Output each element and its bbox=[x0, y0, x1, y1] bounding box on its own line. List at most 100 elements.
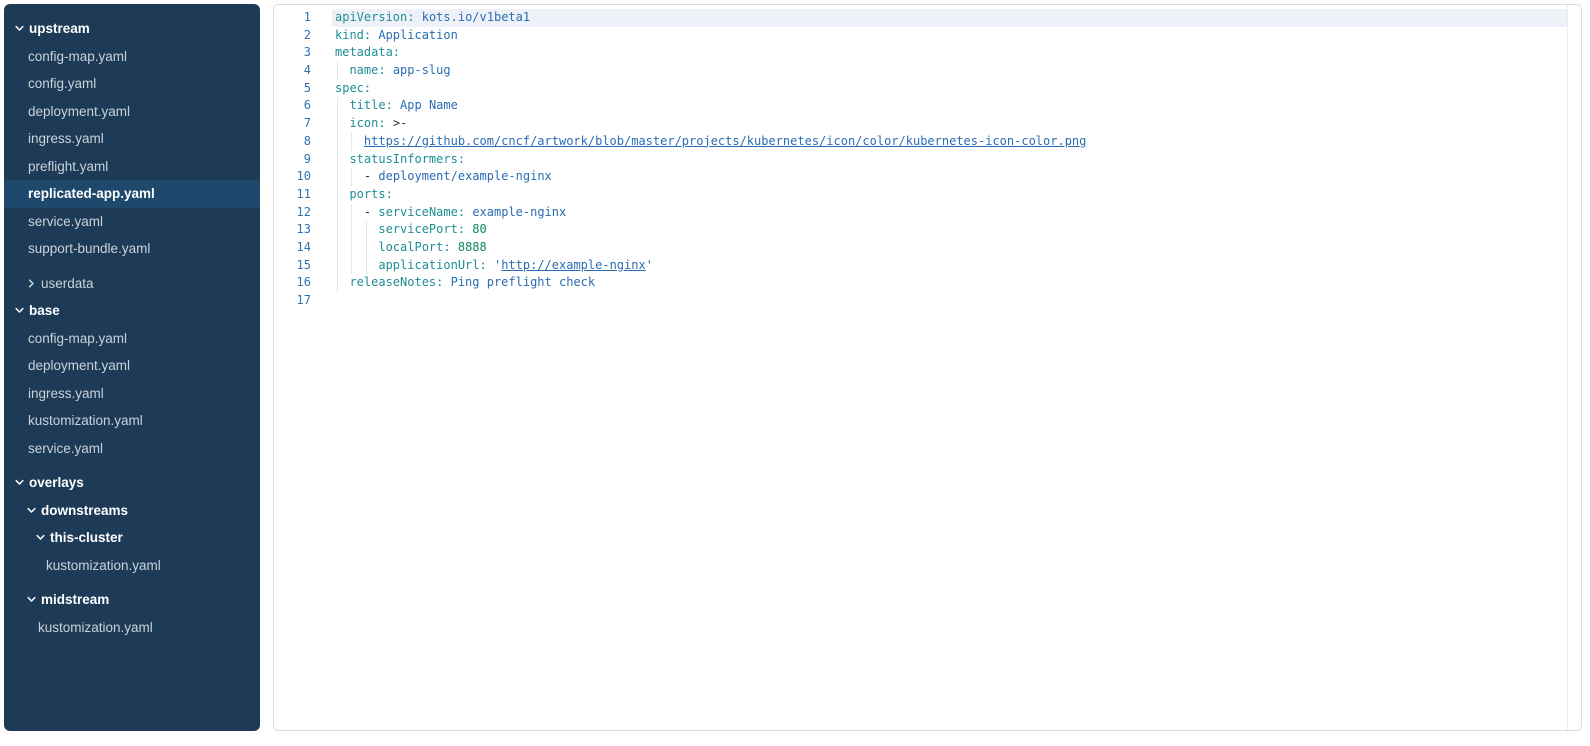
token-v: example-nginx bbox=[472, 205, 566, 219]
indent-guide bbox=[351, 204, 352, 222]
sidebar-item-config-yaml[interactable]: config.yaml bbox=[4, 70, 260, 98]
code-line[interactable]: 12 - serviceName: example-nginx bbox=[274, 204, 1581, 222]
indent-guide bbox=[366, 239, 367, 257]
indent-guide bbox=[351, 257, 352, 275]
code-line[interactable]: 2kind: Application bbox=[274, 27, 1581, 45]
sidebar-item-ingress-yaml[interactable]: ingress.yaml bbox=[4, 380, 260, 408]
code-line[interactable]: 10 - deployment/example-nginx bbox=[274, 168, 1581, 186]
token-k: spec: bbox=[335, 81, 371, 95]
token-k: localPort: bbox=[378, 240, 450, 254]
sidebar-item-downstreams[interactable]: downstreams bbox=[4, 497, 260, 525]
sidebar-item-kustomization-yaml[interactable]: kustomization.yaml bbox=[4, 552, 260, 580]
line-number: 4 bbox=[274, 62, 311, 80]
sidebar-item-replicated-app-yaml[interactable]: replicated-app.yaml bbox=[4, 180, 260, 208]
tree-folder-label: overlays bbox=[29, 475, 84, 490]
tree-file-label: support-bundle.yaml bbox=[28, 241, 150, 256]
code-line[interactable]: 15 applicationUrl: 'http://example-nginx… bbox=[274, 257, 1581, 275]
tree-file-label: preflight.yaml bbox=[28, 159, 108, 174]
code-line[interactable]: 8 https://github.com/cncf/artwork/blob/m… bbox=[274, 133, 1581, 151]
yaml-editor[interactable]: 1apiVersion: kots.io/v1beta12kind: Appli… bbox=[273, 4, 1582, 731]
indent-guide bbox=[351, 239, 352, 257]
code-line[interactable]: 3metadata: bbox=[274, 44, 1581, 62]
code-line-content: metadata: bbox=[311, 44, 1581, 62]
sidebar-item-config-map-yaml[interactable]: config-map.yaml bbox=[4, 43, 260, 71]
sidebar-item-midstream[interactable]: midstream bbox=[4, 586, 260, 614]
line-number: 8 bbox=[274, 133, 311, 151]
token-k: ports: bbox=[349, 187, 392, 201]
line-number: 17 bbox=[274, 292, 311, 310]
code-line[interactable]: 9 statusInformers: bbox=[274, 151, 1581, 169]
code-line-content: kind: Application bbox=[311, 27, 1581, 45]
tree-folder-label: userdata bbox=[41, 276, 94, 291]
indent-guide bbox=[337, 239, 338, 257]
sidebar-item-deployment-yaml[interactable]: deployment.yaml bbox=[4, 98, 260, 126]
token-k: statusInformers: bbox=[349, 152, 465, 166]
sidebar-item-this-cluster[interactable]: this-cluster bbox=[4, 524, 260, 552]
sidebar-item-ingress-yaml[interactable]: ingress.yaml bbox=[4, 125, 260, 153]
indent-guide bbox=[366, 221, 367, 239]
code-line-content: releaseNotes: Ping preflight check bbox=[311, 274, 1581, 292]
sidebar-item-upstream[interactable]: upstream bbox=[4, 15, 260, 43]
token-k: title: bbox=[349, 98, 392, 112]
chevron-down-icon bbox=[26, 594, 37, 605]
tree-file-label: replicated-app.yaml bbox=[28, 186, 155, 201]
token-s bbox=[451, 240, 458, 254]
sidebar-item-kustomization-yaml[interactable]: kustomization.yaml bbox=[4, 407, 260, 435]
sidebar-item-service-yaml[interactable]: service.yaml bbox=[4, 208, 260, 236]
code-line[interactable]: 14 localPort: 8888 bbox=[274, 239, 1581, 257]
tree-folder-label: base bbox=[29, 303, 60, 318]
tree-folder-label: this-cluster bbox=[50, 530, 123, 545]
sidebar-item-service-yaml[interactable]: service.yaml bbox=[4, 435, 260, 463]
token-v: App Name bbox=[400, 98, 458, 112]
sidebar-item-userdata[interactable]: userdata bbox=[4, 270, 260, 298]
token-k: name: bbox=[349, 63, 385, 77]
indent-guide bbox=[337, 97, 338, 115]
sidebar-item-base[interactable]: base bbox=[4, 297, 260, 325]
chevron-down-icon bbox=[26, 505, 37, 516]
indent-guide bbox=[337, 274, 338, 292]
indent-guide bbox=[337, 204, 338, 222]
code-line-content: ports: bbox=[311, 186, 1581, 204]
code-line[interactable]: 5spec: bbox=[274, 80, 1581, 98]
code-line-content: https://github.com/cncf/artwork/blob/mas… bbox=[311, 133, 1581, 151]
token-v: app-slug bbox=[393, 63, 451, 77]
code-line[interactable]: 17 bbox=[274, 292, 1581, 310]
line-number: 6 bbox=[274, 97, 311, 115]
token-l[interactable]: http://example-nginx bbox=[501, 258, 646, 272]
token-v: Ping preflight check bbox=[451, 275, 596, 289]
line-number: 12 bbox=[274, 204, 311, 222]
sidebar-item-kustomization-yaml[interactable]: kustomization.yaml bbox=[4, 614, 260, 642]
chevron-down-icon bbox=[14, 477, 25, 488]
indent-guide bbox=[337, 115, 338, 133]
code-line[interactable]: 7 icon: >- bbox=[274, 115, 1581, 133]
code-line-content: - deployment/example-nginx bbox=[311, 168, 1581, 186]
code-line[interactable]: 4 name: app-slug bbox=[274, 62, 1581, 80]
line-number: 10 bbox=[274, 168, 311, 186]
token-k: releaseNotes: bbox=[349, 275, 443, 289]
token-s bbox=[386, 63, 393, 77]
sidebar-item-overlays[interactable]: overlays bbox=[4, 469, 260, 497]
sidebar-item-support-bundle-yaml[interactable]: support-bundle.yaml bbox=[4, 235, 260, 263]
token-k: apiVersion: bbox=[335, 10, 414, 24]
sidebar-item-preflight-yaml[interactable]: preflight.yaml bbox=[4, 153, 260, 181]
token-s bbox=[335, 134, 364, 148]
code-line[interactable]: 6 title: App Name bbox=[274, 97, 1581, 115]
sidebar-item-deployment-yaml[interactable]: deployment.yaml bbox=[4, 352, 260, 380]
code-line[interactable]: 11 ports: bbox=[274, 186, 1581, 204]
code-line-content bbox=[311, 292, 1581, 310]
token-p: >- bbox=[393, 116, 407, 130]
code-line-content: icon: >- bbox=[311, 115, 1581, 133]
code-line-content: localPort: 8888 bbox=[311, 239, 1581, 257]
code-line-content: - serviceName: example-nginx bbox=[311, 204, 1581, 222]
token-k: icon: bbox=[349, 116, 385, 130]
code-line[interactable]: 16 releaseNotes: Ping preflight check bbox=[274, 274, 1581, 292]
code-line[interactable]: 13 servicePort: 80 bbox=[274, 221, 1581, 239]
token-k: kind: bbox=[335, 28, 371, 42]
tree-folder-label: midstream bbox=[41, 592, 109, 607]
chevron-down-icon bbox=[14, 23, 25, 34]
sidebar-item-config-map-yaml[interactable]: config-map.yaml bbox=[4, 325, 260, 353]
file-tree: upstreamconfig-map.yamlconfig.yamldeploy… bbox=[4, 15, 260, 641]
token-l[interactable]: https://github.com/cncf/artwork/blob/mas… bbox=[364, 134, 1086, 148]
indent-guide bbox=[337, 221, 338, 239]
code-line[interactable]: 1apiVersion: kots.io/v1beta1 bbox=[274, 9, 1581, 27]
